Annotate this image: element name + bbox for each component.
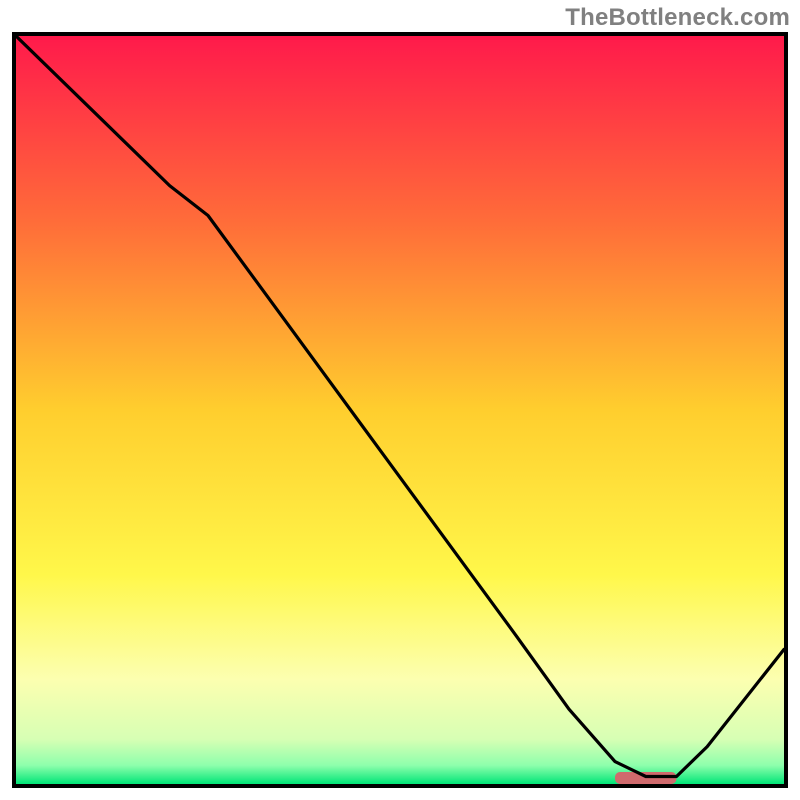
plot-svg [16,36,784,784]
watermark-text: TheBottleneck.com [565,4,790,32]
chart-frame: TheBottleneck.com [0,0,800,800]
plot-area [12,32,788,788]
